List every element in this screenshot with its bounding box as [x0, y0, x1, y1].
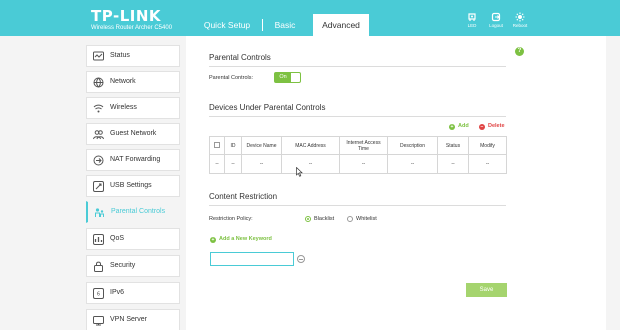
vpn-server-icon [93, 316, 104, 326]
sidebar-item-label: VPN Server [110, 316, 147, 323]
add-device-button[interactable]: + Add [449, 123, 469, 130]
delete-icon: − [479, 124, 485, 130]
add-label: Add [458, 123, 469, 129]
sidebar-item-label: Network [110, 78, 136, 85]
reboot-icon [515, 12, 525, 22]
table-cell: -- [241, 154, 282, 174]
table-header-row: ID Device Name MAC Address Internet Acce… [209, 136, 507, 155]
sidebar-item-label: Status [110, 52, 130, 59]
table-cell: -- [468, 154, 507, 174]
help-icon[interactable]: ? [515, 47, 524, 56]
remove-keyword-icon[interactable] [297, 255, 305, 263]
radio-button[interactable] [305, 216, 311, 222]
led-button[interactable]: LED [460, 12, 484, 32]
section-divider [209, 205, 506, 206]
sidebar-item-label: QoS [110, 235, 125, 242]
sidebar-item-vpn-server[interactable]: VPN Server [86, 309, 180, 330]
sidebar-item-label: Parental Controls [111, 208, 166, 215]
status-icon [93, 51, 104, 61]
ipv6-icon: 6 [93, 288, 104, 299]
sidebar-item-nat-forwarding[interactable]: NAT Forwarding [86, 149, 180, 171]
table-cell: -- [437, 154, 469, 174]
brand-logo: TP-LINK [91, 7, 162, 25]
toggle-on-label: On [275, 73, 291, 82]
table-cell: -- [281, 154, 340, 174]
sidebar-item-label: USB Settings [110, 182, 152, 189]
table-cell: -- [339, 154, 388, 174]
wireless-icon [93, 104, 104, 113]
mouse-cursor-icon [296, 167, 303, 177]
sidebar-item-wireless[interactable]: Wireless [86, 97, 180, 119]
sidebar-item-usb-settings[interactable]: USB Settings [86, 175, 180, 197]
section-divider [209, 116, 506, 117]
sidebar-item-qos[interactable]: QoS [86, 228, 180, 250]
reboot-label: Reboot [512, 23, 528, 28]
parental-controls-toggle[interactable]: On [274, 72, 301, 83]
radio-label: Blacklist [314, 216, 335, 222]
sidebar-item-parental-controls[interactable]: Parental Controls [86, 201, 180, 223]
add-keyword-button[interactable]: + Add a New Keyword [210, 236, 272, 243]
section-divider [209, 66, 506, 67]
sidebar-item-label: Wireless [110, 104, 137, 111]
table-cell: -- [209, 154, 225, 174]
router-model: Wireless Router Archer C5400 [91, 25, 173, 31]
reboot-button[interactable]: Reboot [508, 12, 532, 32]
parental-controls-icon [95, 208, 104, 217]
security-icon [94, 261, 103, 272]
tab-advanced[interactable]: Advanced [313, 14, 369, 36]
sidebar-item-ipv6[interactable]: 6 IPv6 [86, 282, 180, 304]
section-title-devices: Devices Under Parental Controls [209, 103, 326, 112]
section-title-content-restriction: Content Restriction [209, 192, 278, 201]
logout-icon [491, 12, 501, 22]
logout-button[interactable]: Logout [484, 12, 508, 32]
tab-quick-setup[interactable]: Quick Setup [195, 14, 259, 36]
keyword-input[interactable] [210, 252, 294, 266]
delete-device-button[interactable]: − Delete [479, 123, 505, 130]
devices-table: ID Device Name MAC Address Internet Acce… [209, 136, 507, 174]
sidebar-item-label: Guest Network [110, 130, 157, 137]
tab-basic[interactable]: Basic [264, 14, 306, 36]
select-all-cell[interactable] [209, 136, 225, 155]
parental-controls-label: Parental Controls: [209, 75, 254, 81]
svg-text:6: 6 [97, 292, 100, 298]
column-header-id: ID [224, 136, 242, 155]
radio-button[interactable] [347, 216, 353, 222]
radio-label: Whitelist [356, 216, 377, 222]
table-cell: -- [224, 154, 242, 174]
usb-settings-icon [93, 181, 104, 192]
delete-label: Delete [488, 123, 505, 129]
sidebar-item-security[interactable]: Security [86, 255, 180, 277]
sidebar-item-status[interactable]: Status [86, 45, 180, 67]
add-keyword-icon: + [210, 237, 216, 243]
sidebar-item-guest-network[interactable]: Guest Network [86, 123, 180, 145]
save-button[interactable]: Save [466, 283, 507, 297]
sidebar-item-label: Security [110, 262, 136, 269]
led-icon [468, 13, 476, 21]
section-title-parental-controls: Parental Controls [209, 53, 271, 62]
column-header-status: Status [437, 136, 469, 155]
led-label: LED [467, 23, 477, 28]
top-header: TP-LINK Wireless Router Archer C5400 Qui… [0, 0, 620, 36]
add-keyword-label: Add a New Keyword [219, 236, 272, 242]
add-icon: + [449, 124, 455, 130]
column-header-description: Description [387, 136, 438, 155]
sidebar-item-network[interactable]: Network [86, 71, 180, 93]
select-all-checkbox[interactable] [214, 141, 220, 148]
sidebar-item-label: NAT Forwarding [110, 156, 161, 163]
column-header-mac-address: MAC Address [281, 136, 340, 155]
table-cell: -- [387, 154, 438, 174]
column-header-internet-access-time: Internet Access Time [339, 136, 388, 155]
logout-label: Logout [489, 23, 503, 28]
qos-icon [93, 234, 104, 245]
column-header-modify: Modify [468, 136, 507, 155]
guest-network-icon [93, 130, 104, 140]
nat-forwarding-icon [93, 155, 104, 166]
restriction-policy-label: Restriction Policy: [209, 216, 253, 222]
network-icon [93, 77, 104, 88]
column-header-device-name: Device Name [241, 136, 282, 155]
tab-divider [262, 19, 263, 31]
table-row: -- -- -- -- -- -- -- -- [209, 154, 507, 174]
sidebar-item-label: IPv6 [110, 289, 125, 296]
